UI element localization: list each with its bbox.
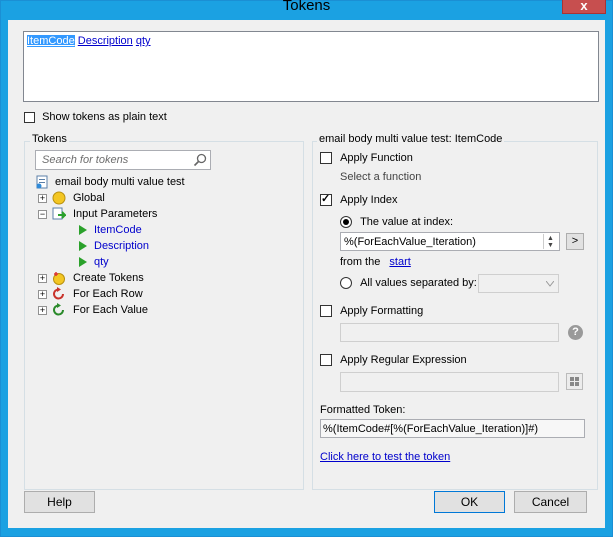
- create-tokens-icon: [53, 272, 65, 285]
- tree-root-label: email body multi value test: [55, 176, 185, 188]
- expand-icon[interactable]: +: [38, 274, 47, 283]
- apply-index-label: Apply Index: [340, 194, 398, 206]
- index-input[interactable]: %(ForEachValue_Iteration) ▲ ▼: [340, 232, 560, 251]
- cancel-button[interactable]: Cancel: [514, 491, 587, 513]
- loop-icon: [53, 303, 64, 316]
- apply-function-hint: Select a function: [340, 171, 422, 183]
- formatting-input[interactable]: [340, 323, 559, 342]
- expand-icon[interactable]: +: [38, 290, 47, 299]
- tokens-group-title: Tokens: [30, 133, 69, 145]
- dialog-client: ItemCode Description qty Show tokens as …: [8, 20, 605, 528]
- all-values-radio-row[interactable]: All values separated by:: [340, 277, 477, 290]
- tree-item-input-parameters-label: Input Parameters: [73, 208, 158, 220]
- tree-item-create-tokens-label: Create Tokens: [73, 272, 144, 284]
- formatted-token-label: Formatted Token:: [320, 404, 406, 416]
- coin-icon: [52, 191, 66, 205]
- tree-item-param-itemcode-label: ItemCode: [94, 224, 142, 236]
- token-itemcode[interactable]: ItemCode: [27, 35, 75, 47]
- formatted-token-value: %(ItemCode#[%(ForEachValue_Iteration)]#): [323, 423, 539, 435]
- tree-item-global-label: Global: [73, 192, 105, 204]
- apply-index-checkbox[interactable]: [320, 192, 332, 207]
- window-title: Tokens: [282, 0, 331, 14]
- show-plain-checkbox-row[interactable]: Show tokens as plain text: [24, 111, 167, 123]
- from-the-label: from the: [340, 256, 381, 268]
- apply-regex-row[interactable]: Apply Regular Expression: [320, 354, 467, 367]
- token-search-input[interactable]: Search for tokens: [35, 150, 211, 170]
- apply-function-row[interactable]: Apply Function: [320, 152, 413, 165]
- ok-button[interactable]: OK: [434, 491, 505, 513]
- from-the-row: from the start: [340, 256, 411, 268]
- spin-down-icon[interactable]: ▼: [547, 242, 554, 249]
- search-icon[interactable]: [193, 153, 207, 167]
- apply-function-label: Apply Function: [340, 152, 413, 164]
- all-values-label: All values separated by:: [360, 277, 477, 289]
- apply-function-checkbox[interactable]: [320, 152, 332, 165]
- from-start-link[interactable]: start: [389, 256, 410, 268]
- token-description[interactable]: Description: [78, 35, 133, 47]
- tree-item-param-qty-label: qty: [94, 256, 109, 268]
- apply-regex-label: Apply Regular Expression: [340, 354, 467, 366]
- value-at-index-radio-row[interactable]: The value at index:: [340, 216, 454, 229]
- spin-up-icon[interactable]: ▲: [547, 235, 554, 242]
- loop-icon: [53, 287, 64, 300]
- chevron-down-icon: [546, 281, 554, 287]
- formatted-token-field[interactable]: %(ItemCode#[%(ForEachValue_Iteration)]#): [320, 419, 585, 438]
- expand-icon[interactable]: +: [38, 306, 47, 315]
- help-button[interactable]: Help: [24, 491, 95, 513]
- apply-regex-checkbox[interactable]: [320, 354, 332, 367]
- token-editor[interactable]: ItemCode Description qty: [23, 31, 599, 102]
- close-button[interactable]: x: [562, 0, 606, 14]
- title-bar[interactable]: Tokens x: [1, 0, 612, 19]
- token-qty[interactable]: qty: [136, 35, 151, 47]
- parameter-arrow-icon: [79, 225, 87, 235]
- tokens-group: [24, 141, 304, 490]
- apply-formatting-checkbox[interactable]: [320, 305, 332, 318]
- document-icon: [36, 175, 48, 189]
- show-plain-label: Show tokens as plain text: [42, 111, 167, 123]
- regex-builder-icon[interactable]: [566, 373, 583, 390]
- input-parameters-icon: [52, 207, 66, 220]
- tree-item-for-each-value-label: For Each Value: [73, 304, 149, 316]
- expand-icon[interactable]: +: [38, 194, 47, 203]
- parameter-arrow-icon: [79, 241, 87, 251]
- tree-item-param-description-label: Description: [94, 240, 150, 252]
- index-spinner[interactable]: ▲ ▼: [543, 234, 558, 249]
- apply-formatting-label: Apply Formatting: [340, 305, 424, 317]
- value-at-index-label: The value at index:: [360, 216, 454, 228]
- tokens-window: Tokens x ItemCode Description qty Show t…: [0, 0, 613, 537]
- tree-item-for-each-row-label: For Each Row: [73, 288, 143, 300]
- insert-index-button[interactable]: >: [566, 233, 584, 250]
- index-input-value: %(ForEachValue_Iteration): [344, 236, 476, 248]
- separator-dropdown[interactable]: [478, 274, 559, 293]
- test-token-link[interactable]: Click here to test the token: [320, 451, 450, 463]
- collapse-icon[interactable]: −: [38, 210, 47, 219]
- all-values-radio[interactable]: [340, 277, 352, 290]
- apply-formatting-row[interactable]: Apply Formatting: [320, 305, 424, 318]
- parameter-arrow-icon: [79, 257, 87, 267]
- value-at-index-radio[interactable]: [340, 216, 352, 229]
- show-plain-checkbox[interactable]: [24, 111, 35, 123]
- token-options-header: email body multi value test: ItemCode: [317, 133, 505, 145]
- apply-index-row[interactable]: Apply Index: [320, 192, 398, 207]
- regex-input[interactable]: [340, 372, 559, 392]
- help-icon[interactable]: ?: [568, 325, 583, 340]
- token-search-placeholder: Search for tokens: [42, 154, 129, 166]
